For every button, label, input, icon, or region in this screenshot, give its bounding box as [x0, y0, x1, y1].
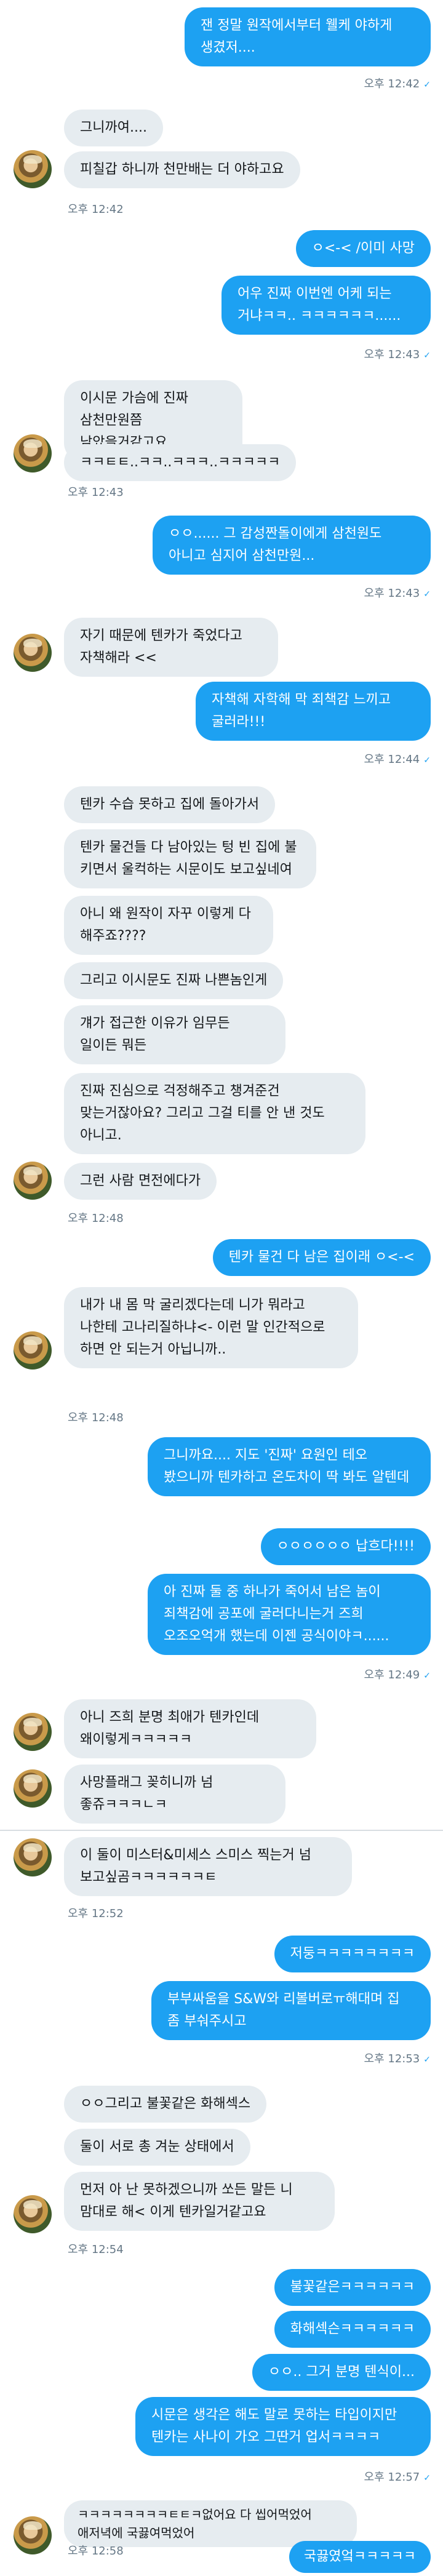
incoming-message[interactable]: 아니 즈희 분명 최애가 텐카인데 왜이렇게ㅋㅋㅋㅋㅋ: [64, 1699, 316, 1758]
outgoing-message[interactable]: 국끓였엌ㅋㅋㅋㅋㅋ: [289, 2541, 431, 2573]
avatar[interactable]: [14, 634, 52, 672]
read-check-icon: ✓: [423, 80, 431, 90]
incoming-message[interactable]: 진짜 진심으로 걱정해주고 챙겨준건 맞는거잖아요? 그리고 그걸 티를 안 낸…: [64, 1073, 365, 1154]
incoming-message[interactable]: 자기 때문에 텐카가 죽었다고 자책해라 <<: [64, 618, 278, 677]
read-check-icon: ✓: [423, 1671, 431, 1681]
timestamp: 오후 12:53 ✓: [364, 2052, 431, 2065]
chat-thread: 잰 정말 원작에서부터 웰케 야하게 생겼저.... 오후 12:42 ✓ 그니까…: [0, 0, 443, 2576]
incoming-message[interactable]: 이 둘이 미스터&미세스 스미스 찍는거 넘 보고싶곰ㅋㅋㅋㅋㅋㅋㅌ: [64, 1837, 352, 1896]
incoming-message[interactable]: 걔가 접근한 이유가 임무든 일이든 뭐든: [64, 1005, 285, 1064]
outgoing-message[interactable]: 그니까요.... 지도 '진짜' 요원인 테오 봤으니까 텐카하고 온도차이 딱…: [148, 1437, 431, 1496]
outgoing-message[interactable]: 불꽃같은ㅋㅋㅋㅋㅋㅋ: [274, 2269, 431, 2306]
timestamp: 오후 12:58: [68, 2545, 124, 2558]
timestamp: 오후 12:43: [68, 486, 124, 499]
timestamp: 오후 12:52: [68, 1907, 124, 1920]
outgoing-message[interactable]: 화해섹슨ㅋㅋㅋㅋㅋㅋ: [274, 2311, 431, 2348]
divider: [0, 1830, 443, 1831]
incoming-message[interactable]: 텐카 물건들 다 남아있는 텅 빈 집에 불 키면서 울컥하는 시문이도 보고싶…: [64, 829, 316, 888]
incoming-message[interactable]: ㅋㅋㅋㅋㅋㅋㅋㅋㅌㅌㅋ없어요 다 씹어먹었어 애저녁에 국끓여먹었어: [64, 2500, 357, 2547]
avatar[interactable]: [14, 2195, 52, 2233]
avatar[interactable]: [14, 1713, 52, 1751]
outgoing-message[interactable]: ㅇ<-< /이미 사망: [295, 230, 431, 267]
incoming-message[interactable]: 둘이 서로 총 겨눈 상태에서: [64, 2129, 250, 2166]
avatar[interactable]: [14, 1769, 52, 1808]
timestamp: 오후 12:54: [68, 2243, 124, 2256]
avatar[interactable]: [14, 2516, 52, 2554]
avatar[interactable]: [14, 1331, 52, 1370]
outgoing-message[interactable]: ㅇㅇ...... 그 감성짠돌이에게 삼천원도 아니고 심지어 삼천만원...: [153, 516, 431, 575]
read-check-icon: ✓: [423, 589, 431, 599]
timestamp: 오후 12:49 ✓: [364, 1669, 431, 1681]
outgoing-message[interactable]: 저둥ㅋㅋㅋㅋㅋㅋㅋㅋ: [274, 1936, 431, 1972]
incoming-message[interactable]: 사망플래그 꽂히니까 넘 좋쥬ㅋㅋㅋㄴㅋ: [64, 1765, 285, 1824]
timestamp: 오후 12:42: [68, 203, 124, 216]
outgoing-message[interactable]: 시문은 생각은 해도 말로 못하는 타입이지만 텐카는 사나이 가오 그딴거 업…: [135, 2397, 431, 2456]
read-check-icon: ✓: [423, 756, 431, 765]
timestamp: 오후 12:42 ✓: [364, 78, 431, 90]
read-check-icon: ✓: [423, 2473, 431, 2483]
timestamp: 오후 12:44 ✓: [364, 753, 431, 766]
timestamp: 오후 12:43 ✓: [364, 348, 431, 361]
incoming-message[interactable]: 텐카 수습 못하고 집에 돌아가서: [64, 786, 276, 823]
incoming-message[interactable]: 그니까여....: [64, 110, 163, 146]
incoming-message[interactable]: 피칠갑 하니까 천만배는 더 야하고요: [64, 151, 300, 188]
incoming-message[interactable]: 그런 사람 면전에다가: [64, 1163, 217, 1200]
avatar[interactable]: [14, 1838, 52, 1876]
incoming-message[interactable]: 아니 왜 원작이 자꾸 이렇게 다 해주죠????: [64, 896, 273, 955]
avatar[interactable]: [14, 1162, 52, 1200]
timestamp: 오후 12:48: [68, 1212, 124, 1225]
read-check-icon: ✓: [423, 2055, 431, 2065]
timestamp: 오후 12:57 ✓: [364, 2471, 431, 2484]
outgoing-message[interactable]: ㅇㅇ.. 그거 분명 텐식이...: [252, 2354, 431, 2391]
incoming-message[interactable]: 먼저 아 난 못하겠으니까 쏘든 말든 니 맘대로 해< 이게 텐카일거같고요: [64, 2172, 335, 2231]
outgoing-message[interactable]: 자책해 자학해 막 죄책감 느끼고 굴러라!!!: [196, 682, 431, 741]
incoming-message[interactable]: 내가 내 몸 막 굴리겠다는데 니가 뭐라고 나한테 고나리질하냐<- 이런 말…: [64, 1287, 358, 1368]
avatar[interactable]: [14, 150, 52, 188]
outgoing-message[interactable]: 잰 정말 원작에서부터 웰케 야하게 생겼저....: [185, 7, 431, 66]
outgoing-message[interactable]: 부부싸움을 S&W와 리볼버로ㅠ해대며 집 좀 부숴주시고: [151, 1981, 431, 2040]
timestamp: 오후 12:43 ✓: [364, 587, 431, 600]
incoming-message[interactable]: 그리고 이시문도 진짜 나쁜놈인게: [64, 962, 284, 999]
read-check-icon: ✓: [423, 351, 431, 361]
outgoing-message[interactable]: 아 진짜 둘 중 하나가 죽어서 남은 놈이 죄책감에 공포에 굴러다니는거 즈…: [148, 1574, 431, 1655]
timestamp: 오후 12:48: [68, 1411, 124, 1424]
outgoing-message[interactable]: 텐카 물건 다 남은 집이래 ㅇ<-<: [212, 1239, 431, 1276]
outgoing-message[interactable]: ㅇㅇㅇㅇㅇㅇ 납흐다!!!!: [260, 1528, 431, 1565]
incoming-message[interactable]: ㅋㅋㅌㅌ..ㅋㅋ..ㅋㅋㅋ..ㅋㅋㅋㅋㅋ: [64, 444, 297, 481]
avatar[interactable]: [14, 434, 52, 473]
incoming-message[interactable]: ㅇㅇ그리고 불꽃같은 화해섹스: [64, 2086, 267, 2123]
outgoing-message[interactable]: 어우 진짜 이번엔 어케 되는 거냐ㅋㅋ.. ㅋㅋㅋㅋㅋㅋ......: [222, 276, 431, 335]
